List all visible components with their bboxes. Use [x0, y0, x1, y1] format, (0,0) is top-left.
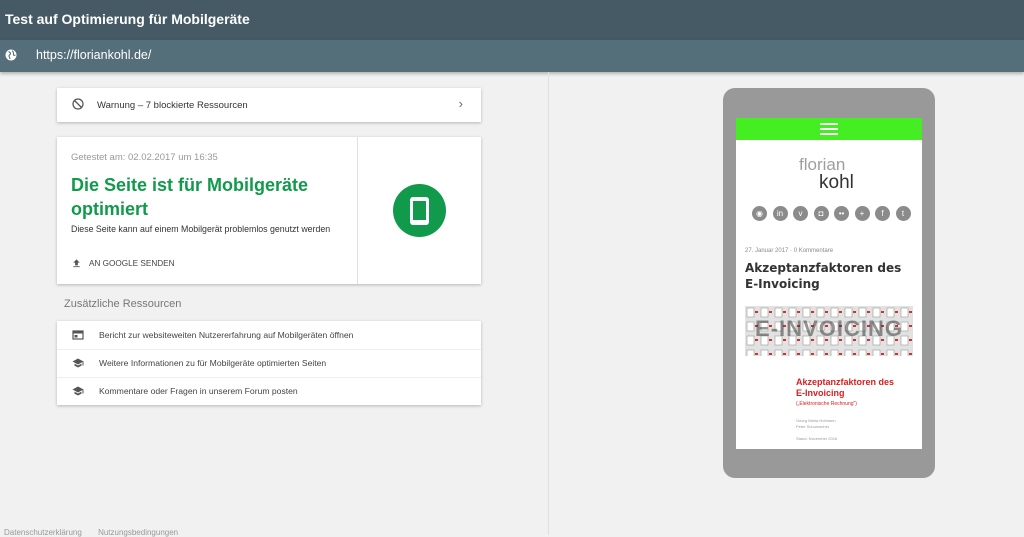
panel-divider	[548, 72, 549, 535]
resources-list: Bericht zur websiteweiten Nutzererfahrun…	[57, 321, 481, 405]
url-bar: https://floriankohl.de/	[0, 40, 1024, 72]
warning-label: Warnung – 7 blockierte Ressourcen	[97, 100, 248, 111]
instagram-icon[interactable]: ◘	[813, 206, 829, 221]
doc-title: Akzeptanzfaktoren des E-Invoicing	[796, 377, 896, 399]
doc-date: Stand: November 2016	[796, 436, 838, 441]
graduation-cap-icon	[72, 386, 84, 396]
preview-screen: florian kohl ◉ in v ◘ •• + f t 27. Januar 2017 …	[736, 118, 922, 449]
facebook-icon[interactable]: f	[875, 206, 890, 221]
blocked-resources-warning[interactable]: Warnung – 7 blockierte Ressourcen ›	[57, 88, 481, 122]
rss-icon[interactable]: ◉	[752, 206, 767, 221]
doc-subtitle: („Elektronische Rechnung")	[796, 401, 857, 407]
resource-label: Kommentare oder Fragen in unserem Forum …	[99, 386, 298, 396]
upload-icon	[73, 259, 80, 268]
resource-item-info[interactable]: Weitere Informationen zu für Mobilgeräte…	[57, 349, 481, 378]
flickr-icon[interactable]: ••	[834, 206, 849, 221]
resource-item-forum[interactable]: Kommentare oder Fragen in unserem Forum …	[57, 377, 481, 405]
google-plus-icon[interactable]: +	[854, 206, 870, 221]
doc-authors: Georg Maria Hofmann Peter Schumacher	[796, 418, 836, 429]
footer: Datenschutzerklärung Nutzungsbedingungen	[4, 528, 192, 537]
globe-icon	[5, 49, 17, 61]
resource-label: Bericht zur websiteweiten Nutzererfahrun…	[99, 330, 354, 340]
blocked-icon	[72, 98, 84, 110]
graduation-cap-icon	[72, 358, 84, 368]
logo-kohl: kohl	[819, 172, 854, 193]
test-date: Getestet am: 02.02.2017 um 16:35	[71, 152, 218, 163]
doc-title-text: Akzeptanzfaktoren des E-Invoicing	[796, 377, 895, 398]
result-divider	[357, 137, 358, 284]
hamburger-menu-icon	[820, 123, 838, 135]
resource-label: Weitere Informationen zu für Mobilgeräte…	[99, 358, 327, 368]
post-banner-image: E-INVOICING	[745, 306, 913, 356]
result-card: Getestet am: 02.02.2017 um 16:35 Die Sei…	[57, 137, 481, 284]
result-description: Diese Seite kann auf einem Mobilgerät pr…	[71, 224, 331, 234]
additional-resources-title: Zusätzliche Ressourcen	[64, 298, 182, 310]
tested-url[interactable]: https://floriankohl.de/	[36, 48, 151, 62]
smartphone-icon	[410, 197, 429, 225]
vimeo-icon[interactable]: v	[793, 206, 808, 221]
privacy-link[interactable]: Datenschutzerklärung	[4, 528, 82, 537]
app-title: Test auf Optimierung für Mobilgeräte	[5, 11, 250, 27]
resource-item-report[interactable]: Bericht zur websiteweiten Nutzererfahrun…	[57, 321, 481, 350]
banner-text: E-INVOICING	[755, 316, 903, 341]
send-to-google-label: AN GOOGLE SENDEN	[89, 259, 175, 268]
device-preview: florian kohl ◉ in v ◘ •• + f t 27. Januar 2017 …	[723, 88, 935, 478]
app-header: Test auf Optimierung für Mobilgeräte	[0, 0, 1024, 40]
terms-link[interactable]: Nutzungsbedingungen	[98, 528, 178, 537]
linkedin-icon[interactable]: in	[772, 206, 788, 221]
post-title: Akzeptanzfaktoren des E-Invoicing	[745, 261, 902, 291]
chevron-right-icon: ›	[458, 96, 463, 111]
twitter-icon[interactable]: t	[895, 206, 911, 221]
preview-topbar	[736, 118, 922, 140]
post-meta: 27. Januar 2017 · 0 Kommentare	[745, 248, 834, 254]
mobile-friendly-badge	[393, 184, 446, 237]
result-headline: Die Seite ist für Mobilgeräte optimiert	[71, 175, 309, 219]
browser-window-icon	[72, 330, 84, 340]
